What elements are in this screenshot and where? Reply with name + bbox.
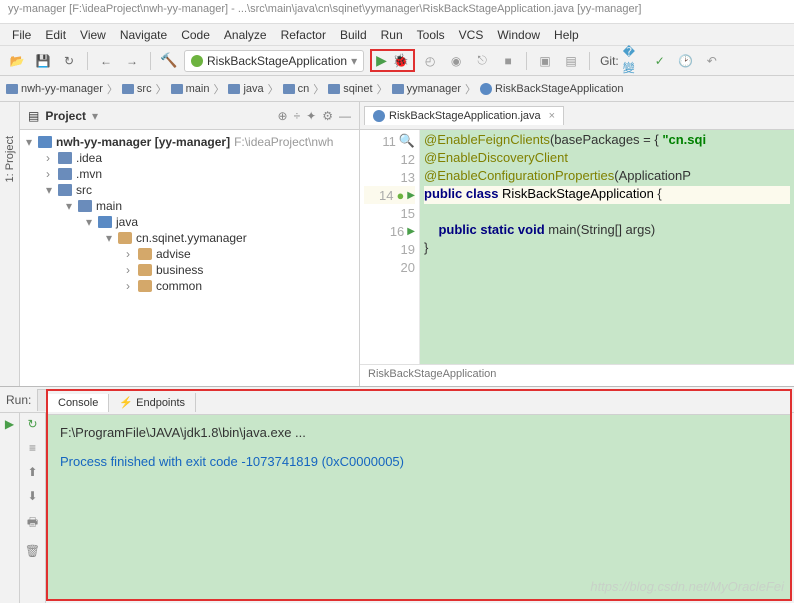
- menu-bar: File Edit View Navigate Code Analyze Ref…: [0, 24, 794, 46]
- close-tab-icon[interactable]: ×: [549, 110, 555, 122]
- editor-tabs: RiskBackStageApplication.java ×: [360, 102, 794, 130]
- watermark: https://blog.csdn.net/MyOracleFei: [590, 579, 784, 594]
- menu-tools[interactable]: Tools: [411, 26, 451, 44]
- editor-tab-label: RiskBackStageApplication.java: [389, 110, 541, 122]
- bc-root[interactable]: nwh-yy-manager: [6, 83, 103, 95]
- save-icon[interactable]: 💾: [32, 50, 54, 72]
- endpoints-tab[interactable]: ⚡ Endpoints: [109, 393, 196, 412]
- menu-view[interactable]: View: [74, 26, 112, 44]
- run-config-name: RiskBackStageApplication: [207, 54, 347, 68]
- git-update-icon[interactable]: �變: [623, 50, 645, 72]
- profile-icon[interactable]: ◉: [445, 50, 467, 72]
- chevron-down-icon: ▾: [351, 54, 357, 68]
- print-icon[interactable]: 🖶: [27, 513, 38, 534]
- project-tool-button[interactable]: 1: Project: [4, 132, 16, 186]
- build-icon[interactable]: 🔨: [158, 50, 180, 72]
- bc-java[interactable]: java: [228, 83, 263, 95]
- menu-file[interactable]: File: [6, 26, 37, 44]
- hide-icon[interactable]: —: [339, 109, 351, 123]
- menu-window[interactable]: Window: [491, 26, 546, 44]
- git-revert-icon[interactable]: ↶: [701, 50, 723, 72]
- run-config-selector[interactable]: RiskBackStageApplication ▾: [184, 50, 364, 72]
- collapse-icon[interactable]: ÷: [294, 109, 301, 123]
- menu-build[interactable]: Build: [334, 26, 373, 44]
- bc-sqinet[interactable]: sqinet: [328, 83, 372, 95]
- console-tab[interactable]: Console: [48, 394, 109, 412]
- menu-help[interactable]: Help: [548, 26, 585, 44]
- refresh-icon[interactable]: ↻: [58, 50, 80, 72]
- run-button[interactable]: ▶: [376, 52, 387, 69]
- stop-button[interactable]: ≡: [29, 441, 36, 455]
- bc-main[interactable]: main: [171, 83, 210, 95]
- chevron-down-icon[interactable]: ▾: [92, 109, 98, 123]
- forward-icon[interactable]: →: [121, 50, 143, 72]
- menu-code[interactable]: Code: [175, 26, 216, 44]
- code-lines[interactable]: @EnableFeignClients(basePackages = { "cn…: [420, 130, 794, 364]
- gear-icon[interactable]: ⚙: [322, 109, 333, 123]
- run-tool-window: Run: RiskBackStageApplication × ▶ ↻ ≡ ⬆ …: [0, 386, 794, 603]
- main-toolbar: 📂 💾 ↻ ← → 🔨 RiskBackStageApplication ▾ ▶…: [0, 46, 794, 76]
- spring-icon: [191, 55, 203, 67]
- menu-refactor[interactable]: Refactor: [275, 26, 332, 44]
- rerun-button[interactable]: ↻: [27, 417, 37, 431]
- menu-run[interactable]: Run: [375, 26, 409, 44]
- console-highlight-box: Console ⚡ Endpoints F:\ProgramFile\JAVA\…: [46, 389, 792, 601]
- console-tabs: Console ⚡ Endpoints: [48, 391, 790, 415]
- nav-breadcrumb: nwh-yy-manager 〉 src 〉 main 〉 java 〉 cn …: [0, 76, 794, 102]
- bc-yymanager[interactable]: yymanager: [392, 83, 461, 95]
- git-commit-icon[interactable]: ✓: [649, 50, 671, 72]
- run-actions-highlight: ▶ 🐞: [370, 49, 415, 72]
- editor-panel: RiskBackStageApplication.java × 11 🔍 12 …: [360, 102, 794, 386]
- console-output[interactable]: F:\ProgramFile\JAVA\jdk1.8\bin\java.exe …: [48, 415, 790, 599]
- menu-analyze[interactable]: Analyze: [218, 26, 273, 44]
- line-gutter: 11 🔍 12 13 14 ● ▶ 15 16 ▶ 19 20: [360, 130, 420, 364]
- rerun-icon[interactable]: ▶: [5, 417, 14, 431]
- left-stripe: 1: Project: [0, 102, 20, 386]
- layout-icon[interactable]: ▣: [534, 50, 556, 72]
- stop-icon[interactable]: ■: [497, 50, 519, 72]
- console-line: F:\ProgramFile\JAVA\jdk1.8\bin\java.exe …: [60, 425, 778, 440]
- attach-icon[interactable]: ⎋: [471, 50, 493, 72]
- title-bar: yy-manager [F:\ideaProject\nwh-yy-manage…: [0, 0, 794, 24]
- bc-class[interactable]: RiskBackStageApplication: [480, 83, 623, 95]
- project-panel: ▤ Project ▾ ⊕ ÷ ✦ ⚙ — ▾nwh-yy-manager [y…: [20, 102, 360, 386]
- editor-breadcrumb[interactable]: RiskBackStageApplication: [360, 364, 794, 386]
- target-icon[interactable]: ⊕: [278, 109, 288, 123]
- run-left-actions-2: ↻ ≡ ⬆ ⬇ 🖶 🗑: [20, 413, 46, 603]
- back-icon[interactable]: ←: [95, 50, 117, 72]
- bc-src[interactable]: src: [122, 83, 152, 95]
- coverage-icon[interactable]: ◴: [419, 50, 441, 72]
- menu-navigate[interactable]: Navigate: [114, 26, 173, 44]
- project-tree[interactable]: ▾nwh-yy-manager [yy-manager]F:\ideaProje…: [20, 130, 359, 386]
- bc-cn[interactable]: cn: [283, 83, 310, 95]
- project-header: ▤ Project ▾ ⊕ ÷ ✦ ⚙ —: [20, 102, 359, 130]
- run-left-actions: ▶: [0, 413, 20, 603]
- class-icon: [373, 110, 385, 122]
- project-title[interactable]: Project: [45, 109, 86, 123]
- expand-icon[interactable]: ✦: [306, 109, 316, 123]
- project-view-icon: ▤: [28, 109, 39, 123]
- run-label: Run:: [6, 393, 31, 407]
- debug-button[interactable]: 🐞: [393, 53, 409, 69]
- menu-vcs[interactable]: VCS: [453, 26, 490, 44]
- layout2-icon[interactable]: ▤: [560, 50, 582, 72]
- open-icon[interactable]: 📂: [6, 50, 28, 72]
- editor-tab[interactable]: RiskBackStageApplication.java ×: [364, 106, 564, 125]
- git-history-icon[interactable]: 🕑: [675, 50, 697, 72]
- trash-icon[interactable]: 🗑: [25, 544, 40, 558]
- menu-edit[interactable]: Edit: [39, 26, 72, 44]
- up-icon[interactable]: ⬆: [27, 465, 37, 479]
- git-label: Git:: [600, 54, 619, 68]
- down-icon[interactable]: ⬇: [27, 489, 37, 503]
- console-exit-line: Process finished with exit code -1073741…: [60, 454, 778, 469]
- code-editor[interactable]: 11 🔍 12 13 14 ● ▶ 15 16 ▶ 19 20 @EnableF…: [360, 130, 794, 364]
